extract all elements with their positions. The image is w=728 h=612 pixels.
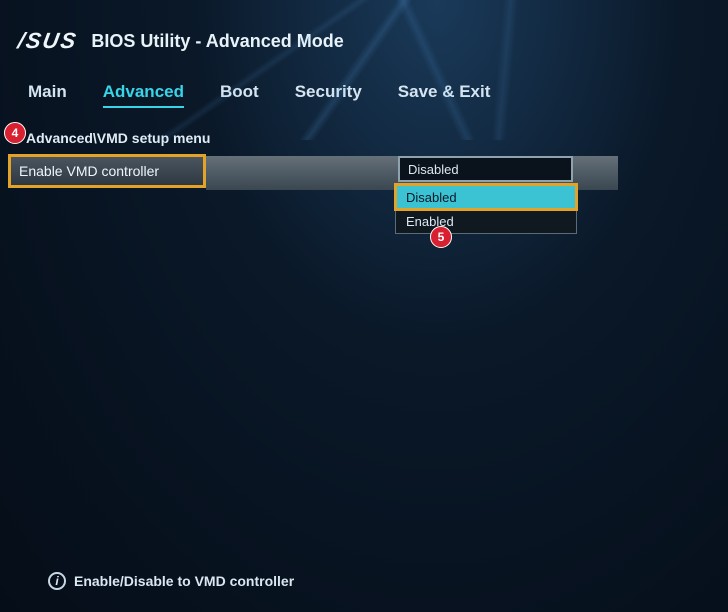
help-bar: i Enable/Disable to VMD controller — [48, 572, 294, 590]
tabs: Main Advanced Boot Security Save & Exit — [0, 62, 728, 118]
info-icon: i — [48, 572, 66, 590]
breadcrumb: Advanced\VMD setup menu — [0, 118, 728, 152]
setting-row-vmd: Enable VMD controller Disabled Disabled … — [0, 154, 728, 188]
setting-label-highlight[interactable]: Enable VMD controller — [8, 154, 206, 188]
dropdown-option-disabled[interactable]: Disabled — [394, 183, 578, 211]
dropdown-option-enabled[interactable]: Enabled — [396, 209, 576, 233]
page-title: BIOS Utility - Advanced Mode — [91, 31, 343, 52]
setting-value-box[interactable]: Disabled — [398, 156, 573, 182]
setting-label: Enable VMD controller — [19, 163, 159, 179]
tab-main[interactable]: Main — [28, 82, 67, 108]
tab-advanced[interactable]: Advanced — [103, 82, 184, 108]
brand-logo: /SUS — [16, 28, 80, 54]
setting-current-value: Disabled — [408, 162, 459, 177]
help-text: Enable/Disable to VMD controller — [74, 573, 294, 589]
tab-save-exit[interactable]: Save & Exit — [398, 82, 491, 108]
annotation-badge-4: 4 — [4, 122, 26, 144]
tab-boot[interactable]: Boot — [220, 82, 259, 108]
dropdown-menu: Disabled Enabled — [395, 184, 577, 234]
tab-security[interactable]: Security — [295, 82, 362, 108]
annotation-badge-5: 5 — [430, 226, 452, 248]
header: /SUS BIOS Utility - Advanced Mode — [0, 0, 728, 62]
